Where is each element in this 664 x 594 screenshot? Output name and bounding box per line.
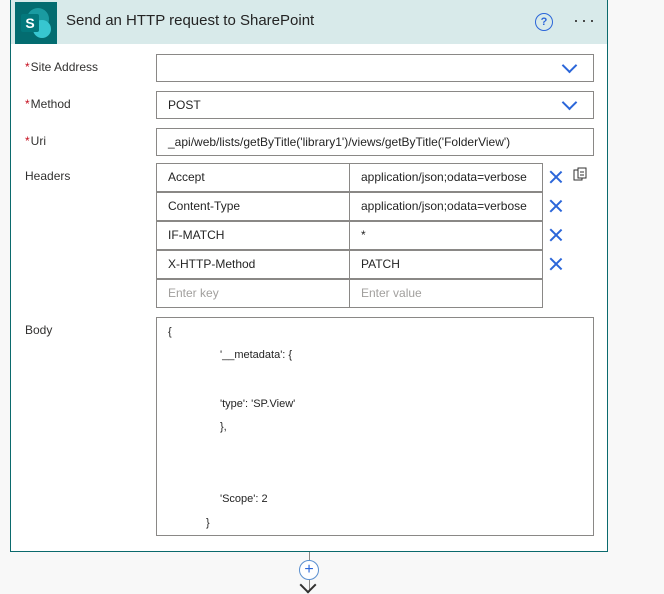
site-address-dropdown[interactable] — [156, 54, 594, 82]
chevron-down-icon[interactable] — [561, 94, 578, 111]
uri-value: _api/web/lists/getByTitle('library1')/vi… — [168, 135, 511, 149]
header-value-placeholder-input[interactable]: Enter value — [349, 279, 543, 308]
site-address-label: *Site Address — [25, 60, 99, 74]
uri-label: *Uri — [25, 134, 46, 148]
header-value-input[interactable]: PATCH — [349, 250, 543, 279]
remove-header-icon[interactable] — [549, 257, 563, 271]
header-key-input[interactable]: IF-MATCH — [156, 221, 350, 250]
logo-letter: S — [21, 14, 39, 32]
body-line: { — [168, 326, 172, 338]
body-line: '__metadata': { — [220, 349, 293, 361]
header-value-input[interactable]: * — [349, 221, 543, 250]
remove-header-icon[interactable] — [549, 170, 563, 184]
body-editor[interactable]: { '__metadata': { 'type': 'SP.View' }, '… — [156, 317, 594, 536]
header-key-input[interactable]: Accept — [156, 163, 350, 192]
header-key-input[interactable]: Content-Type — [156, 192, 350, 221]
method-dropdown[interactable]: POST — [156, 91, 594, 119]
body-line: 'Scope': 2 — [220, 493, 268, 505]
switch-to-text-mode-icon[interactable] — [573, 167, 587, 181]
method-label: *Method — [25, 97, 71, 111]
help-icon[interactable]: ? — [535, 13, 553, 31]
body-label: Body — [25, 323, 53, 337]
more-options-icon[interactable]: ··· — [573, 10, 597, 31]
headers-label: Headers — [25, 169, 71, 183]
arrow-down-icon — [299, 576, 317, 594]
remove-header-icon[interactable] — [549, 228, 563, 242]
action-card: S Send an HTTP request to SharePoint ? ·… — [10, 0, 608, 552]
header-key-placeholder-input[interactable]: Enter key — [156, 279, 350, 308]
chevron-down-icon[interactable] — [561, 57, 578, 74]
card-header[interactable]: S Send an HTTP request to SharePoint ? ·… — [11, 0, 607, 44]
uri-input[interactable]: _api/web/lists/getByTitle('library1')/vi… — [156, 128, 594, 156]
header-value-input[interactable]: application/json;odata=verbose — [349, 163, 543, 192]
body-line: 'type': 'SP.View' — [220, 398, 296, 410]
card-title[interactable]: Send an HTTP request to SharePoint — [66, 12, 314, 29]
header-value-input[interactable]: application/json;odata=verbose — [349, 192, 543, 221]
sharepoint-logo-icon: S — [15, 2, 57, 44]
method-value: POST — [168, 98, 201, 112]
body-line: }, — [220, 421, 227, 433]
remove-header-icon[interactable] — [549, 199, 563, 213]
header-key-input[interactable]: X-HTTP-Method — [156, 250, 350, 279]
body-line: } — [206, 517, 210, 529]
